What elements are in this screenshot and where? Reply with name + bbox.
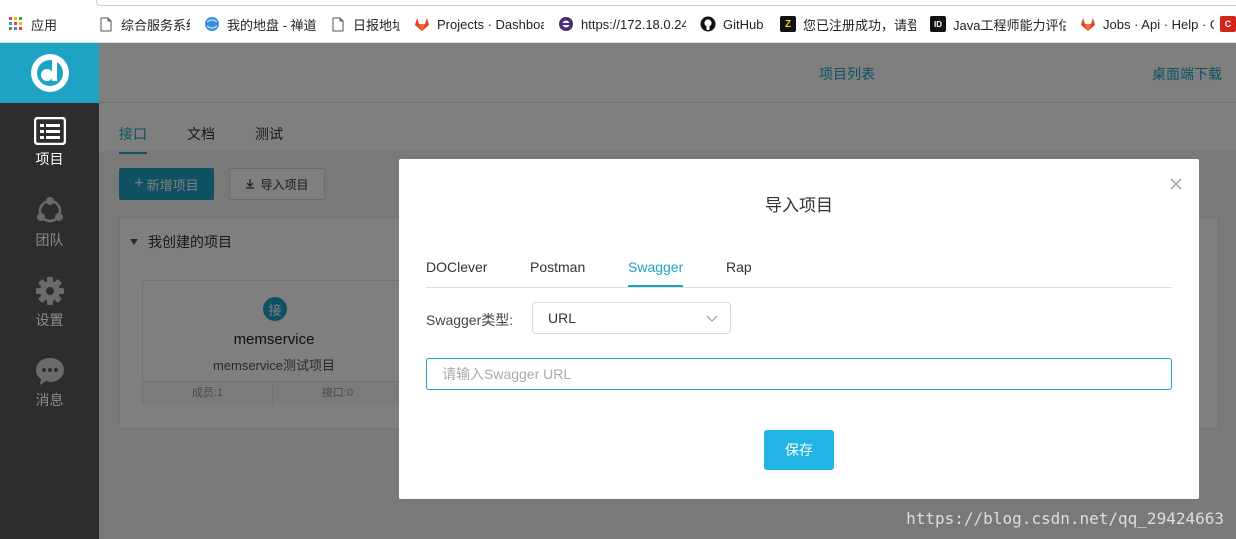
app-logo[interactable] [0, 43, 99, 103]
bookmark-internal-ip[interactable]: https://172.18.0.240 [550, 12, 692, 36]
tab-rap[interactable]: Rap [726, 259, 752, 287]
sidebar-item-label: 设置 [35, 312, 64, 328]
sidebar-item-settings[interactable]: 设置 [0, 263, 99, 343]
gear-icon [35, 277, 64, 305]
bookmark-registration[interactable]: Z 您已注册成功，请登录 [772, 12, 922, 36]
bookmark-apps[interactable]: 应用 [0, 12, 90, 36]
swagger-type-label: Swagger类型: [426, 312, 514, 328]
project-list-icon [33, 117, 66, 145]
z-icon: Z [780, 16, 796, 32]
team-icon [36, 197, 63, 223]
bookmark-label: 我的地盘 - 禅道 [227, 17, 316, 33]
globe-icon [204, 16, 220, 32]
swagger-url-input[interactable] [426, 358, 1172, 390]
sidebar-item-label: 项目 [35, 151, 64, 167]
bookmark-overflow[interactable]: C [1220, 12, 1236, 36]
chevron-down-icon [706, 315, 718, 322]
sidebar-item-label: 团队 [35, 232, 64, 248]
dialog-title: 导入项目 [765, 196, 833, 215]
bookmark-label: 日报地址 [353, 17, 400, 33]
apps-grid-icon [8, 16, 24, 32]
bookmark-label: GitHub [723, 16, 764, 32]
bookmark-label: Java工程师能力评估_ [953, 17, 1066, 33]
bookmark-label: 应用 [31, 17, 58, 33]
bookmark-label: Projects · Dashboard [437, 16, 544, 32]
message-icon [35, 358, 64, 385]
bookmark-java-assessment[interactable]: ID Java工程师能力评估_ [922, 12, 1072, 36]
bookmark-github[interactable]: GitHub [692, 12, 772, 36]
bookmark-label: https://172.18.0.240 [581, 16, 686, 32]
bookmark-label: Jobs · Api · Help · Gi [1103, 16, 1214, 32]
watermark: https://blog.csdn.net/qq_29424663 [906, 509, 1224, 528]
page-icon [98, 16, 114, 32]
gitlab-icon [414, 16, 430, 32]
import-source-tabs: DOClever Postman Swagger Rap [426, 259, 1172, 288]
bookmark-label: 您已注册成功，请登录 [803, 17, 916, 33]
doclever-logo-icon [30, 54, 69, 92]
sidebar-item-messages[interactable]: 消息 [0, 343, 99, 423]
tab-doclever[interactable]: DOClever [426, 259, 487, 287]
bookmark-daily-report[interactable]: 日报地址 [322, 12, 406, 36]
sidebar-item-label: 消息 [35, 392, 64, 408]
page-icon [330, 16, 346, 32]
eclipse-icon [558, 16, 574, 32]
address-bar-edge [96, 0, 1236, 6]
close-icon[interactable] [1169, 177, 1183, 191]
gitlab-icon [1080, 16, 1096, 32]
tab-swagger[interactable]: Swagger [628, 259, 684, 287]
csdn-icon: C [1220, 16, 1236, 32]
swagger-type-value: URL [548, 310, 577, 326]
bookmark-label: 综合服务系统 [121, 17, 190, 33]
bookmark-zentao[interactable]: 我的地盘 - 禅道 [196, 12, 322, 36]
import-project-dialog: 导入项目 DOClever Postman Swagger Rap Swagge… [399, 159, 1199, 499]
bookmark-gitlab-jobs[interactable]: Jobs · Api · Help · Gi [1072, 12, 1220, 36]
github-icon [700, 16, 716, 32]
bookmark-gitlab-projects[interactable]: Projects · Dashboard [406, 12, 550, 36]
bookmarks-bar: 应用 综合服务系统 我的地盘 - 禅道 日报地址 Projects · Dash… [0, 0, 1236, 43]
sidebar: 项目 团队 设置 消息 [0, 43, 99, 539]
swagger-type-select[interactable]: URL [532, 302, 731, 334]
sidebar-item-project[interactable]: 项目 [0, 103, 99, 183]
tab-postman[interactable]: Postman [530, 259, 585, 287]
sidebar-item-team[interactable]: 团队 [0, 183, 99, 263]
save-button[interactable]: 保存 [764, 430, 834, 470]
nowcoder-icon: ID [930, 16, 946, 32]
bookmark-service-system[interactable]: 综合服务系统 [90, 12, 196, 36]
